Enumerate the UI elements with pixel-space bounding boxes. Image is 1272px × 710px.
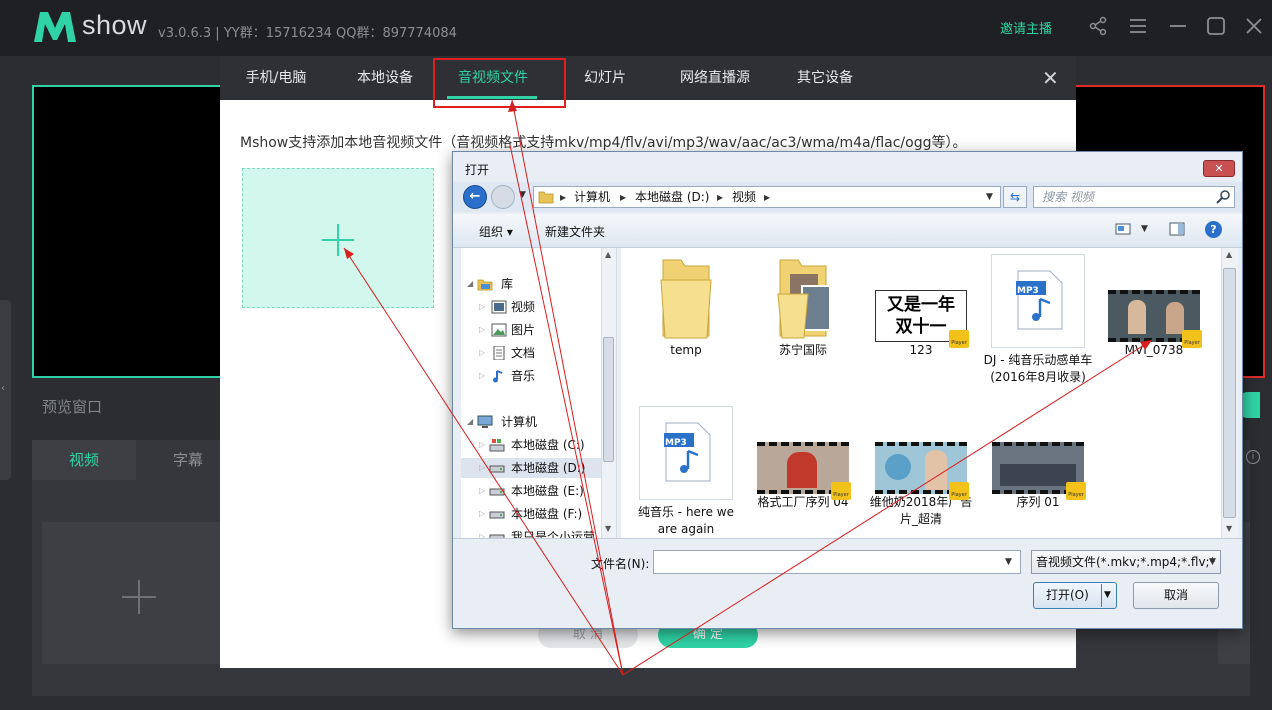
history-dropdown-icon[interactable]: ▼ [519,190,526,200]
file-item-vitasoy-ad[interactable]: Player 维他奶2018年广告片_超清 [866,406,976,528]
back-arrow-icon[interactable]: ← [463,185,487,209]
file-open-dialog: 打开 ✕ ← ▼ ▸ 计算机 ▸ 本地磁盘 (D:) ▸ 视频 ▸ ▼ ⇆ 搜索… [452,151,1243,629]
forward-arrow-icon[interactable] [491,185,515,209]
photo-folder-icon [777,259,831,339]
file-item-suning[interactable]: 苏宁国际 [748,254,858,359]
nav-item-drive-d[interactable]: ▷ 本地磁盘 (D:) [461,458,601,478]
video-library-icon [491,300,507,314]
nav-item-network-drive[interactable]: ▷ 我只是个小运营 [461,527,601,538]
file-item-mvi0738[interactable]: Player MVI_0738 [1099,254,1209,359]
file-item-temp[interactable]: temp [631,254,741,359]
app-title-bar: show v3.0.6.3 | YY群：15716234 QQ群：8977740… [0,0,1272,56]
breadcrumb-video[interactable]: 视频 [732,187,756,207]
supported-formats-text: Mshow支持添加本地音视频文件（音视频格式支持mkv/mp4/flv/avi/… [240,135,967,151]
file-item-123[interactable]: 又是一年 双十一 Player 123 [866,254,976,359]
mp3-file-icon [1016,270,1063,330]
info-icon[interactable]: i [1246,450,1260,464]
search-input[interactable]: 搜索 视频 [1033,186,1235,208]
nav-item-videos[interactable]: ▷ 视频 [461,297,601,317]
mp3-file-icon [664,422,711,482]
version-info: v3.0.6.3 | YY群：15716234 QQ群：897774084 [158,26,457,41]
tab-local-device[interactable]: 本地设备 [332,56,438,100]
nav-item-music[interactable]: ▷ 音乐 [461,366,601,386]
open-options-dropdown-icon[interactable]: ▼ [1104,590,1111,600]
navigation-pane: ◢ 库 ▷ 视频 ▷ 图片 ▷ 文档 ▷ 音乐 ◢ 计算机 ▷ 本地磁盘 (C:… [461,248,617,538]
minimize-icon[interactable] [1166,14,1190,38]
nav-item-library[interactable]: ◢ 库 [461,274,601,294]
plus-icon [322,224,354,256]
close-icon[interactable] [1242,14,1266,38]
drive-icon [489,511,505,519]
mp3-label: MP3 [665,438,687,448]
mshow-logo-icon [34,12,76,42]
view-dropdown-icon[interactable]: ▼ [1141,224,1148,234]
nav-item-drive-c[interactable]: ▷ 本地磁盘 (C:) [461,435,601,455]
search-icon[interactable] [1215,189,1231,205]
share-icon[interactable] [1086,14,1110,38]
organize-menu[interactable]: 组织 ▾ [479,223,513,240]
nav-item-drive-f[interactable]: ▷ 本地磁盘 (F:) [461,504,601,524]
tab-network-stream[interactable]: 网络直播源 [662,56,768,100]
folder-icon [538,191,554,204]
preview-canvas-left [32,85,222,378]
nav-item-computer[interactable]: ◢ 计算机 [461,412,601,432]
file-item-format-factory-04[interactable]: Player 格式工厂序列 04 [748,406,858,511]
close-icon[interactable]: ✕ [1203,160,1235,177]
dialog-close-icon[interactable]: ✕ [1042,68,1059,88]
address-breadcrumb[interactable]: ▸ 计算机 ▸ 本地磁盘 (D:) ▸ 视频 ▸ ▼ [533,186,1001,208]
file-item-dj-mp3[interactable]: MP3 DJ - 纯音乐动感单车 (2016年8月收录) [983,254,1093,386]
refresh-icon[interactable]: ⇆ [1003,186,1027,208]
nav-item-pictures[interactable]: ▷ 图片 [461,320,601,340]
network-drive-icon [489,534,505,538]
nav-item-drive-e[interactable]: ▷ 本地磁盘 (E:) [461,481,601,501]
help-icon[interactable]: ? [1205,221,1222,238]
file-list-pane: temp 苏宁国际 又是一年 双十一 Player 123 MP3 DJ - 纯… [621,248,1221,538]
plus-icon [122,580,156,614]
mp3-label: MP3 [1017,286,1039,296]
file-item-here-we-are-again[interactable]: MP3 纯音乐 - here we are again [631,406,741,538]
filename-label: 文件名(N): [591,557,650,571]
computer-icon [477,415,493,428]
filename-dropdown-icon[interactable]: ▼ [1005,557,1012,567]
view-options-icon[interactable] [1115,222,1131,236]
chevron-left-icon: ‹ [1,383,5,394]
new-folder-button[interactable]: 新建文件夹 [545,223,605,240]
open-button-divider [1101,584,1102,607]
breadcrumb-drive-d[interactable]: 本地磁盘 (D:) [635,187,709,207]
nav-scrollbar-thumb[interactable] [603,337,614,462]
cancel-button[interactable]: 取消 [1133,582,1219,609]
dialog-tab-bar: 手机/电脑 本地设备 音视频文件 幻灯片 网络直播源 其它设备 ✕ [220,56,1076,100]
menu-icon[interactable] [1126,14,1150,38]
filename-input[interactable] [653,550,1021,574]
nav-item-documents[interactable]: ▷ 文档 [461,343,601,363]
app-logo-text: show [82,10,148,40]
player-badge-icon: Player [949,330,969,348]
player-badge-icon: Player [1182,330,1202,348]
pictures-icon [491,323,507,337]
folder-icon [660,259,712,339]
system-drive-icon [489,439,505,452]
drive-icon [489,488,505,496]
preview-pane-icon[interactable] [1169,222,1185,236]
player-badge-icon: Player [831,482,851,500]
tab-phone-pc[interactable]: 手机/电脑 [220,56,332,100]
preview-window-label: 预览窗口 [42,398,103,416]
breadcrumb-computer[interactable]: 计算机 [574,187,610,207]
tab-video[interactable]: 视频 [32,440,136,480]
file-type-select[interactable]: 音视频文件(*.mkv;*.mp4;*.flv;* [1031,550,1221,574]
file-list-scrollbar-thumb[interactable] [1223,268,1236,518]
player-badge-icon: Player [949,482,969,500]
annotation-highlight-box [433,58,566,108]
dialog-title: 打开 [465,163,490,177]
tab-other-device[interactable]: 其它设备 [768,56,882,100]
library-icon [477,279,493,291]
invite-host-link[interactable]: 邀请主播 [1000,18,1052,37]
file-type-dropdown-icon[interactable]: ▼ [1209,557,1216,567]
documents-icon [493,346,505,360]
maximize-icon[interactable] [1204,14,1228,38]
file-item-sequence-01[interactable]: Player 序列 01 [983,406,1093,511]
drive-icon [489,465,505,473]
player-badge-icon: Player [1066,482,1086,500]
music-icon [493,370,503,383]
